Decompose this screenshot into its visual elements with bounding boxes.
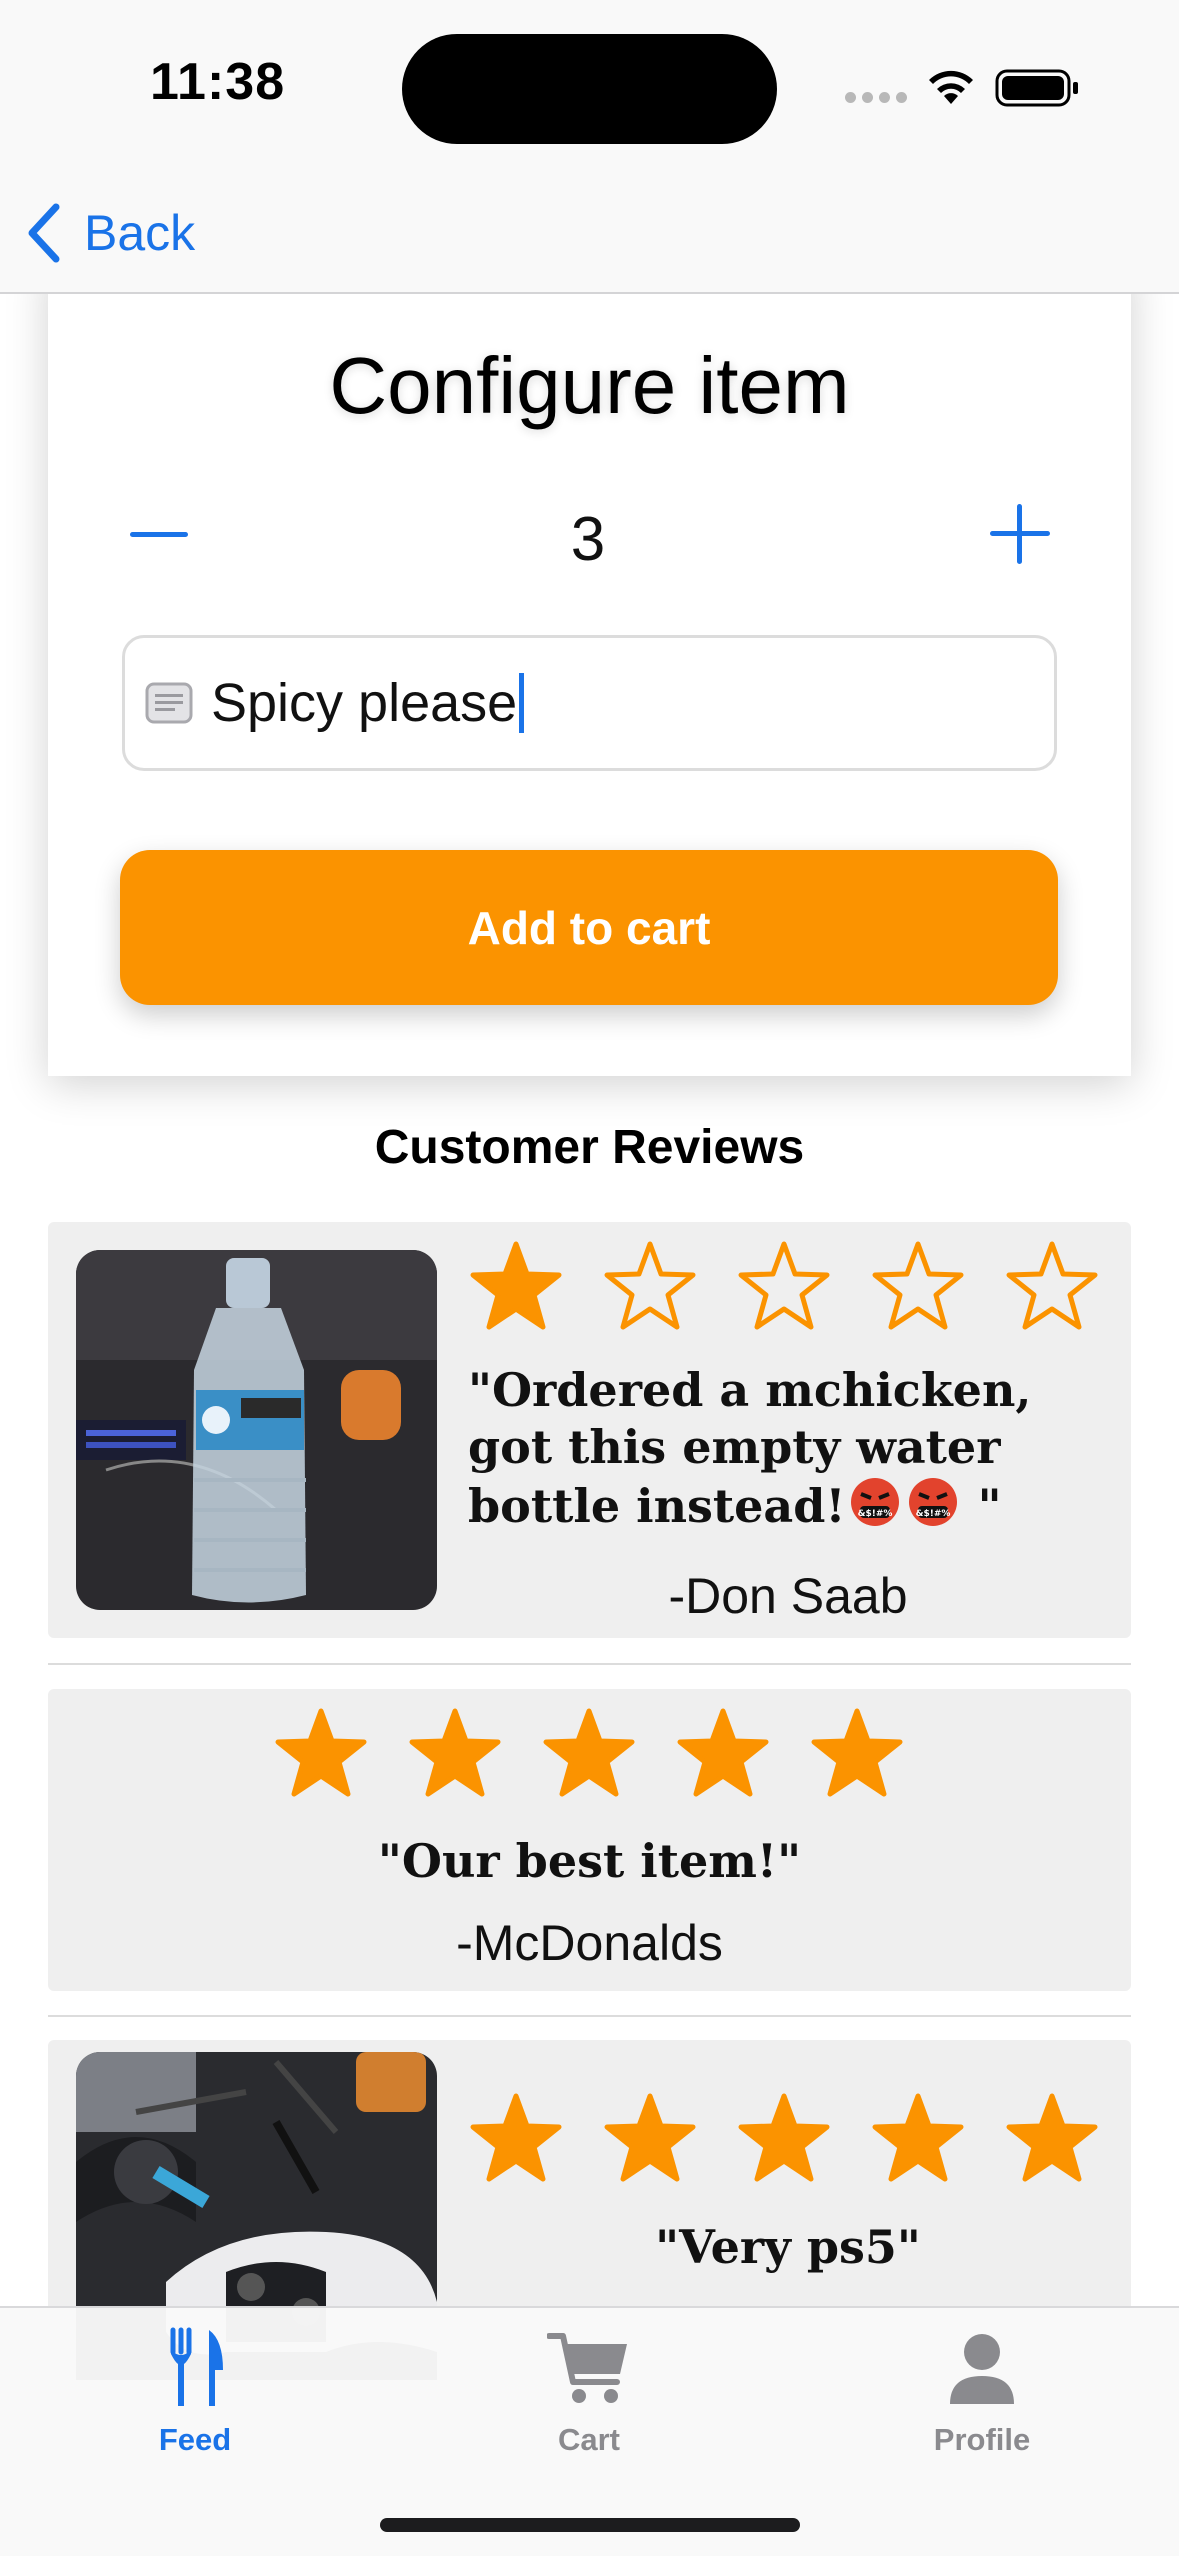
tab-feed[interactable]: Feed — [75, 2326, 315, 2476]
star-filled-icon — [275, 1708, 367, 1797]
dynamic-island — [402, 34, 777, 144]
quantity-value: 3 — [570, 505, 606, 574]
review-quote-end: " — [961, 1479, 1002, 1533]
increment-button[interactable] — [990, 504, 1050, 564]
svg-text:&$!#%: &$!#% — [915, 1509, 950, 1519]
review-quote: "Ordered a mchicken, got this empty wate… — [468, 1362, 1108, 1535]
review-quote: "Very ps5" — [655, 2220, 921, 2274]
screen: 11:38 Back Configure item 3 Spicy please… — [0, 0, 1179, 2556]
special-instructions-value: Spicy please — [211, 673, 518, 733]
decrement-button[interactable] — [130, 532, 188, 540]
status-time: 11:38 — [150, 53, 286, 111]
tab-feed-label: Feed — [158, 2422, 232, 2457]
star-filled-icon — [470, 2093, 562, 2182]
star-filled-icon — [872, 2093, 964, 2182]
divider — [48, 1663, 1131, 1665]
tab-cart[interactable]: Cart — [469, 2326, 709, 2476]
cart-icon — [547, 2333, 627, 2403]
water-bottle-photo — [76, 1250, 437, 1610]
cellular-signal-icon — [845, 92, 907, 106]
status-bar: 11:38 — [0, 0, 1179, 170]
minus-icon — [130, 532, 188, 537]
star-rating — [468, 2090, 1108, 2186]
customer-reviews-heading: Customer Reviews — [374, 1121, 805, 1174]
tab-profile-label: Profile — [933, 2422, 1031, 2457]
special-instructions-field[interactable]: Spicy please — [122, 635, 1057, 771]
review-card: "Our best item!" -McDonalds — [48, 1689, 1131, 1991]
star-filled-icon — [604, 2093, 696, 2182]
star-filled-icon — [811, 1708, 903, 1797]
wifi-icon — [929, 70, 973, 104]
battery-icon — [995, 69, 1078, 107]
fork-knife-icon — [170, 2327, 223, 2406]
star-filled-icon — [738, 2093, 830, 2182]
star-empty-icon — [604, 1241, 696, 1330]
review-author: -Don Saab — [668, 1568, 908, 1624]
divider — [48, 2015, 1131, 2017]
configure-title: Configure item — [329, 341, 850, 430]
person-icon — [950, 2334, 1014, 2404]
star-filled-icon — [409, 1708, 501, 1797]
chevron-left-icon — [28, 203, 60, 263]
star-filled-icon — [1006, 2093, 1098, 2182]
text-caret — [519, 673, 525, 733]
angry-face-emoji-icon: &$!#% — [908, 1478, 957, 1526]
home-indicator — [380, 2518, 800, 2532]
star-filled-icon — [677, 1708, 769, 1797]
back-button[interactable]: Back — [24, 198, 195, 268]
star-rating — [468, 1238, 1108, 1334]
star-empty-icon — [738, 1241, 830, 1330]
star-empty-icon — [872, 1241, 964, 1330]
star-filled-icon — [543, 1708, 635, 1797]
back-label: Back — [84, 205, 196, 261]
star-empty-icon — [1006, 1241, 1098, 1330]
review-author: -McDonalds — [456, 1915, 723, 1971]
tab-profile[interactable]: Profile — [862, 2326, 1102, 2476]
angry-face-emoji-icon: &$!#% — [850, 1478, 899, 1526]
star-filled-icon — [470, 1241, 562, 1330]
review-card: "Ordered a mchicken, got this empty wate… — [48, 1222, 1131, 1638]
navigation-bar: Back — [0, 170, 1179, 294]
tab-cart-label: Cart — [557, 2422, 620, 2457]
configure-item-card: Configure item 3 Spicy please Add to car… — [48, 260, 1131, 1076]
svg-text:&$!#%: &$!#% — [857, 1509, 892, 1519]
star-rating — [273, 1705, 913, 1801]
review-quote: "Our best item!" — [377, 1834, 802, 1888]
note-icon — [145, 682, 193, 724]
add-to-cart-button[interactable]: Add to cart — [120, 850, 1058, 1005]
